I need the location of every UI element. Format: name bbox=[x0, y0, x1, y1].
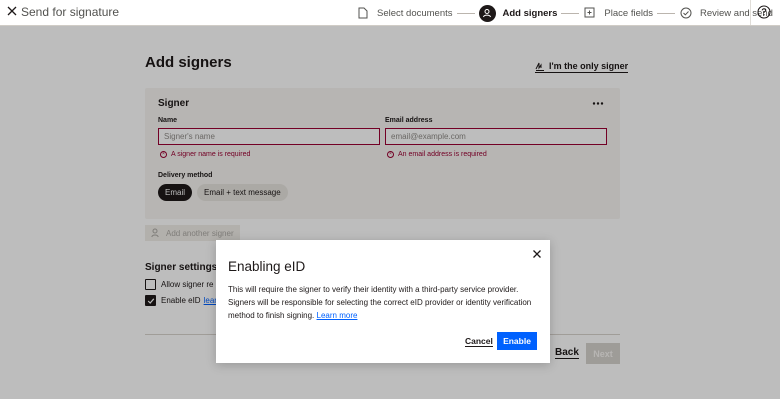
app-title: Send for signature bbox=[21, 5, 120, 19]
step-place-fields[interactable]: Place fields bbox=[583, 6, 653, 20]
close-icon[interactable] bbox=[6, 5, 18, 17]
dialog-body-text: This will require the signer to verify t… bbox=[228, 285, 532, 320]
step-connector bbox=[456, 12, 475, 14]
learn-more-link[interactable]: Learn more bbox=[317, 311, 358, 320]
step-connector bbox=[657, 12, 676, 14]
person-icon bbox=[478, 4, 496, 22]
step-add-signers[interactable]: Add signers bbox=[478, 4, 558, 22]
place-fields-icon bbox=[583, 6, 597, 20]
enable-button[interactable]: Enable bbox=[497, 332, 537, 350]
enable-eid-dialog: Enabling eID This will require the signe… bbox=[216, 240, 550, 363]
top-bar: Send for signature Select documents Add … bbox=[0, 0, 780, 26]
divider bbox=[750, 0, 751, 26]
cancel-button[interactable]: Cancel bbox=[465, 336, 493, 347]
step-label: Place fields bbox=[604, 7, 654, 19]
help-icon[interactable] bbox=[757, 5, 771, 19]
step-label: Select documents bbox=[377, 7, 453, 19]
progress-stepper: Select documents Add signers Place field… bbox=[356, 0, 773, 26]
step-select-documents[interactable]: Select documents bbox=[356, 6, 453, 20]
close-icon[interactable] bbox=[531, 248, 543, 260]
dialog-body: This will require the signer to verify t… bbox=[228, 283, 533, 322]
document-icon bbox=[356, 6, 370, 20]
dialog-title: Enabling eID bbox=[228, 259, 306, 274]
check-circle-icon bbox=[679, 6, 693, 20]
step-connector bbox=[561, 12, 580, 14]
step-label: Add signers bbox=[502, 7, 558, 19]
